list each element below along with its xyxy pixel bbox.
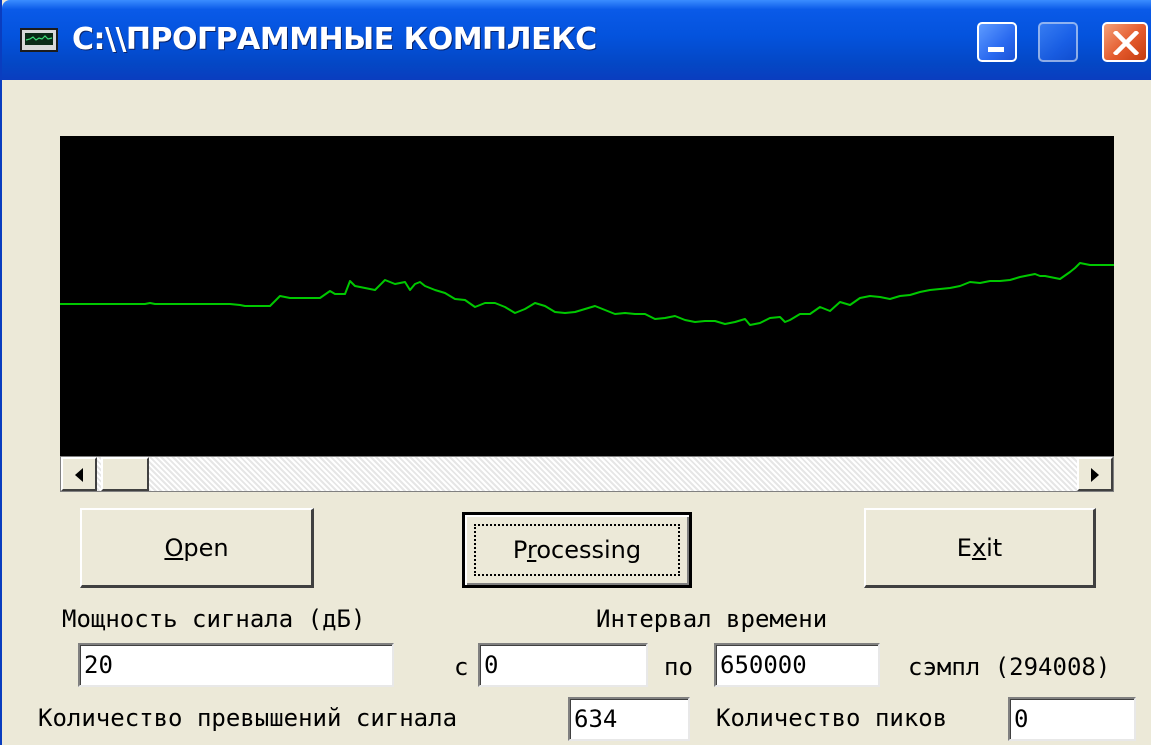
exceed-count-label: Количество превышений сигнала <box>38 704 458 732</box>
signal-chart <box>60 262 1114 326</box>
from-input[interactable]: 0 <box>478 643 648 687</box>
left-arrow-icon <box>75 468 83 482</box>
scroll-thumb[interactable] <box>101 457 149 491</box>
scroll-right-button[interactable] <box>1077 457 1113 491</box>
from-label: с <box>454 653 469 681</box>
signal-plot <box>60 136 1114 456</box>
to-label: по <box>664 653 693 681</box>
open-button-label: Open <box>164 533 229 562</box>
time-interval-label: Интервал времени <box>596 605 828 633</box>
processing-button-label: Processing <box>512 536 642 564</box>
close-button[interactable] <box>1102 22 1148 62</box>
monitor-icon[interactable] <box>20 28 58 52</box>
signal-power-label: Мощность сигнала (дБ) <box>62 605 366 633</box>
minimize-icon <box>988 47 1004 52</box>
right-arrow-icon <box>1091 468 1099 482</box>
title-bar[interactable]: C:\\ПРОГРАММНЫЕ КОМПЛЕКС <box>2 0 1151 80</box>
minimize-button[interactable] <box>977 22 1017 62</box>
scroll-left-button[interactable] <box>61 457 97 491</box>
signal-series-line <box>60 262 1114 326</box>
peak-count-label: Количество пиков <box>716 704 948 732</box>
maximize-button[interactable] <box>1038 22 1078 62</box>
exceed-count-input[interactable]: 634 <box>568 697 690 741</box>
horizontal-scrollbar[interactable] <box>60 456 1114 492</box>
exit-button[interactable]: Exit <box>864 508 1096 588</box>
samples-label: сэмпл (294008) <box>908 653 1111 681</box>
open-button[interactable]: Open <box>80 508 314 588</box>
processing-button[interactable]: Processing <box>462 512 692 588</box>
to-input[interactable]: 650000 <box>714 643 880 687</box>
signal-power-input[interactable]: 20 <box>78 643 394 687</box>
peak-count-input[interactable]: 0 <box>1008 697 1136 741</box>
main-window: C:\\ПРОГРАММНЫЕ КОМПЛЕКС Open Processing… <box>0 0 1151 745</box>
window-title: C:\\ПРОГРАММНЫЕ КОМПЛЕКС <box>72 22 597 57</box>
exit-button-label: Exit <box>956 533 1003 562</box>
close-icon <box>1113 31 1139 55</box>
